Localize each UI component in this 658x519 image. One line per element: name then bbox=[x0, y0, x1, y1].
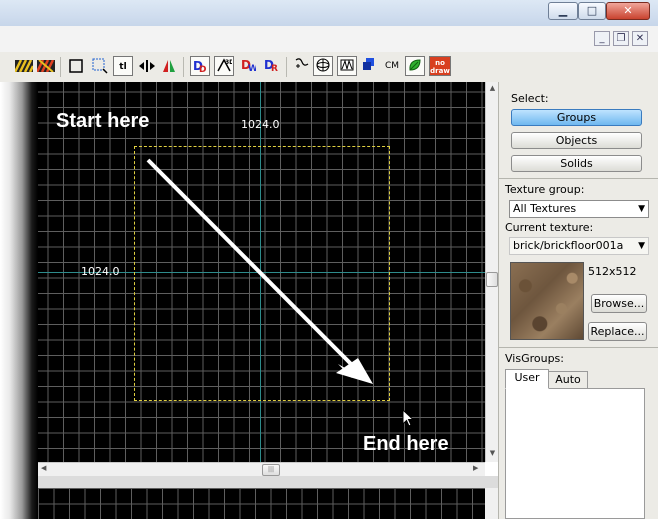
mdi-controls-bar: _ ❐ ✕ bbox=[0, 26, 658, 53]
adjacent-viewport-edge bbox=[0, 82, 38, 519]
main-toolbar: tl DD 3D DW DR CM no draw bbox=[0, 52, 658, 83]
toolbar-separator bbox=[60, 57, 61, 77]
display-radius-icon[interactable]: DR bbox=[261, 56, 281, 76]
window-titlebar: ▁ □ ✕ bbox=[0, 0, 658, 26]
svg-text:3D: 3D bbox=[225, 59, 232, 66]
tab-user[interactable]: User bbox=[505, 369, 549, 389]
replace-texture-button[interactable]: Replace... bbox=[588, 322, 647, 341]
align-arrows-icon[interactable] bbox=[137, 56, 157, 76]
window-minimize-button[interactable]: ▁ bbox=[548, 2, 578, 20]
texture-group-dropdown[interactable]: All Textures ▼ bbox=[509, 200, 649, 218]
scroll-left-icon[interactable]: ◀ bbox=[41, 464, 46, 472]
svg-text:R: R bbox=[271, 64, 278, 72]
magnify-select-icon[interactable] bbox=[90, 56, 110, 76]
current-texture-dropdown[interactable]: brick/brickfloor001a ▼ bbox=[509, 237, 649, 255]
texture-lock-icon[interactable] bbox=[337, 56, 357, 76]
blue-cubes-icon[interactable] bbox=[359, 56, 379, 76]
mdi-minimize-button[interactable]: _ bbox=[594, 31, 610, 46]
leaf-icon[interactable] bbox=[405, 56, 425, 76]
select-objects-button[interactable]: Objects bbox=[511, 132, 642, 149]
select-label: Select: bbox=[511, 92, 549, 105]
texture-size-label: 512x512 bbox=[588, 265, 637, 278]
3d-wireframe-icon[interactable]: 3D bbox=[214, 56, 234, 76]
2d-grid-viewport[interactable]: 1024.0 1024.0 Start here End here bbox=[38, 82, 485, 462]
visgroups-list[interactable] bbox=[505, 388, 645, 519]
texture-group-label: Texture group: bbox=[505, 183, 585, 196]
display-textures-button[interactable]: DD bbox=[190, 56, 210, 76]
chevron-down-icon: ▼ bbox=[638, 241, 645, 251]
viewport-horizontal-scrollbar[interactable]: ◀ ||| ▶ bbox=[38, 462, 485, 477]
texture-group-value: All Textures bbox=[513, 202, 577, 215]
current-texture-label: Current texture: bbox=[505, 221, 594, 234]
svg-text:W: W bbox=[248, 64, 256, 72]
nodraw-button[interactable]: no draw bbox=[429, 56, 451, 76]
select-solids-button[interactable]: Solids bbox=[511, 155, 642, 172]
vertical-scroll-thumb[interactable] bbox=[486, 272, 498, 287]
horizontal-scroll-thumb[interactable]: ||| bbox=[262, 464, 280, 476]
mdi-restore-button[interactable]: ❐ bbox=[613, 31, 629, 46]
toolbar-separator bbox=[286, 57, 287, 77]
sphere-tool-icon[interactable] bbox=[313, 56, 333, 76]
flip-tool-icon[interactable] bbox=[159, 56, 179, 76]
select-groups-button[interactable]: Groups bbox=[511, 109, 642, 126]
entity-tool-icon[interactable] bbox=[292, 56, 312, 76]
mdi-close-button[interactable]: ✕ bbox=[632, 31, 648, 46]
hatch-red-icon[interactable] bbox=[35, 56, 56, 76]
tab-auto[interactable]: Auto bbox=[548, 371, 588, 389]
chevron-down-icon: ▼ bbox=[638, 204, 645, 214]
cm-button[interactable]: CM bbox=[382, 56, 402, 76]
object-properties-panel: Select: Groups Objects Solids Texture gr… bbox=[498, 82, 658, 519]
browse-texture-button[interactable]: Browse... bbox=[591, 294, 647, 313]
text-tool-button[interactable]: tl bbox=[113, 56, 133, 76]
selection-tool-icon[interactable] bbox=[66, 56, 86, 76]
window-close-button[interactable]: ✕ bbox=[606, 2, 650, 20]
panel-divider bbox=[499, 178, 658, 179]
auto-visgroups-icon[interactable]: DW bbox=[238, 56, 258, 76]
hammer-editor-window: ▁ □ ✕ _ ❐ ✕ tl DD 3D D W D R CM no draw … bbox=[0, 0, 658, 519]
scroll-right-icon[interactable]: ▶ bbox=[473, 464, 478, 472]
svg-text:D: D bbox=[199, 65, 206, 73]
viewport-vertical-scrollbar[interactable]: ▲ ▼ bbox=[485, 82, 499, 462]
texture-preview-image[interactable] bbox=[510, 262, 584, 340]
lower-viewport-scrollbar[interactable] bbox=[485, 488, 498, 519]
hatch-yellow-icon[interactable] bbox=[13, 56, 35, 76]
current-texture-value: brick/brickfloor001a bbox=[513, 239, 624, 252]
panel-divider bbox=[499, 347, 658, 348]
drag-arrow bbox=[146, 158, 373, 384]
lower-grid-viewport[interactable] bbox=[38, 488, 485, 519]
toolbar-separator bbox=[183, 57, 184, 77]
visgroups-label: VisGroups: bbox=[505, 352, 564, 365]
window-maximize-button[interactable]: □ bbox=[578, 2, 606, 20]
mouse-cursor-icon bbox=[402, 409, 415, 427]
viewport-splitter[interactable] bbox=[38, 476, 498, 488]
